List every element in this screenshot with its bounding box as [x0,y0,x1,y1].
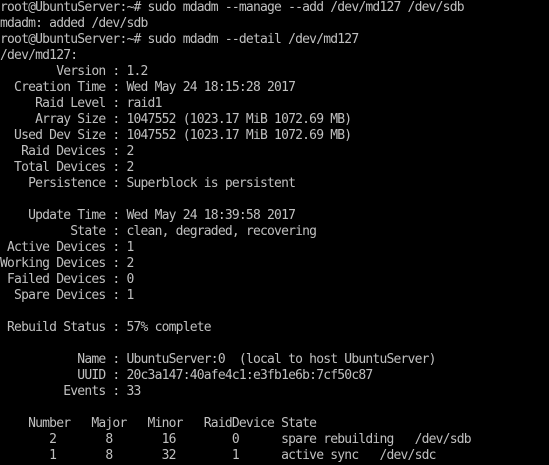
terminal-line-array-size: Array Size : 1047552 (1023.17 MiB 1072.6… [0,112,352,127]
terminal-line-working-devices: Working Devices : 2 [0,256,134,271]
terminal-line-command-detail: root@UbuntuServer:~# sudo mdadm --detail… [0,32,359,47]
terminal-line-failed-devices: Failed Devices : 0 [0,272,134,287]
terminal-line-name: Name : UbuntuServer:0 (local to host Ubu… [0,352,436,367]
terminal-line-active-devices: Active Devices : 1 [0,240,134,255]
terminal-window[interactable]: root@UbuntuServer:~# sudo mdadm --manage… [0,0,549,465]
terminal-line-spare-devices: Spare Devices : 1 [0,288,134,303]
terminal-line-raid-level: Raid Level : raid1 [0,96,162,111]
terminal-line-device-header: /dev/md127: [0,48,78,63]
terminal-line-device-row: 2 8 16 0 spare rebuilding /dev/sdb [0,432,471,447]
terminal-line-version: Version : 1.2 [0,64,148,79]
terminal-line-device-table-header: Number Major Minor RaidDevice State [0,416,317,431]
terminal-line-persistence: Persistence : Superblock is persistent [0,176,296,191]
terminal-line-add-result: mdadm: added /dev/sdb [0,16,148,31]
terminal-line-command-add: root@UbuntuServer:~# sudo mdadm --manage… [0,0,465,15]
terminal-line-device-row: 1 8 32 1 active sync /dev/sdc [0,448,436,463]
terminal-line-events: Events : 33 [0,384,141,399]
terminal-line-creation-time: Creation Time : Wed May 24 18:15:28 2017 [0,80,296,95]
terminal-line-uuid: UUID : 20c3a147:40afe4c1:e3fb1e6b:7cf50c… [0,368,373,383]
terminal-line-used-dev-size: Used Dev Size : 1047552 (1023.17 MiB 107… [0,128,352,143]
terminal-line-state: State : clean, degraded, recovering [0,224,317,239]
terminal-line-total-devices: Total Devices : 2 [0,160,134,175]
terminal-line-update-time: Update Time : Wed May 24 18:39:58 2017 [0,208,296,223]
terminal-line-rebuild-status: Rebuild Status : 57% complete [0,320,212,335]
terminal-line-raid-devices: Raid Devices : 2 [0,144,134,159]
